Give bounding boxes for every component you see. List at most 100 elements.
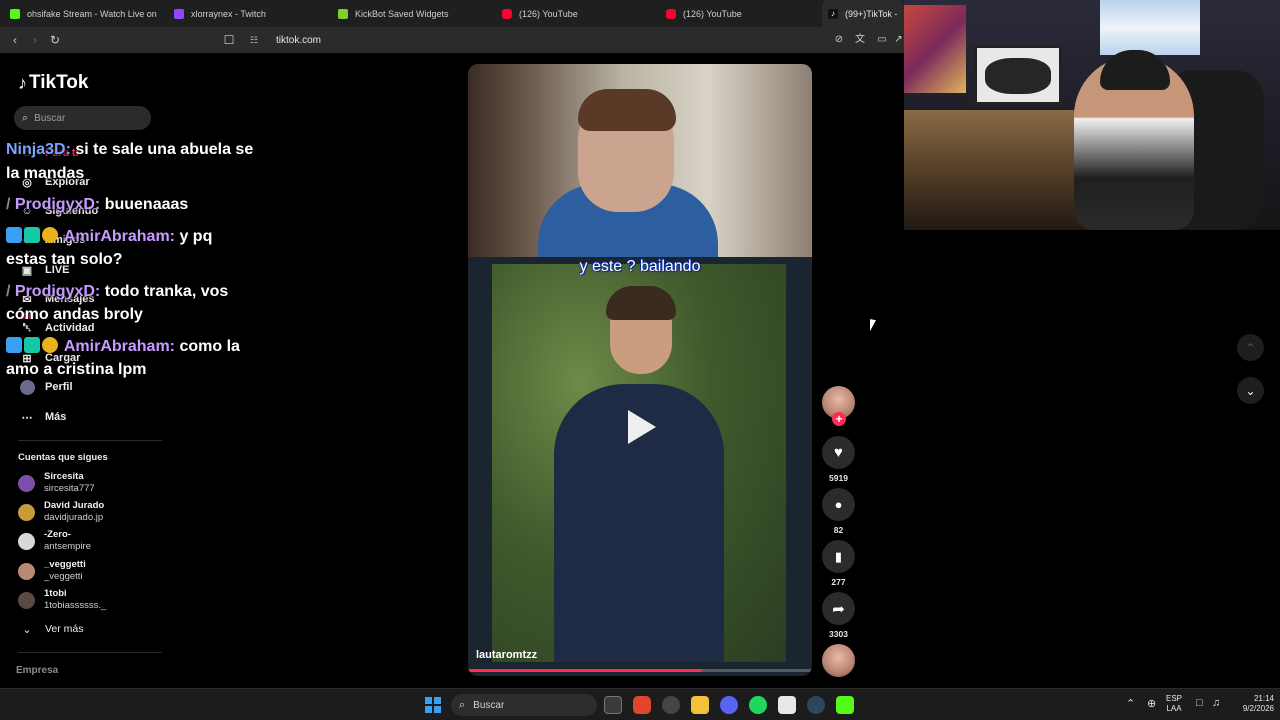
account-handle: 1tobiassssss._ bbox=[44, 600, 107, 611]
followed-account[interactable]: -Zero-antsempire bbox=[18, 529, 91, 553]
next-video-button[interactable]: ⌄ bbox=[1237, 377, 1264, 404]
tiktok-logo[interactable]: ♪ TikTok bbox=[18, 72, 88, 94]
input-language-indicator[interactable]: ESP LAA bbox=[1166, 694, 1182, 714]
site-info-icon[interactable]: ☷ bbox=[250, 35, 264, 46]
sidebar-item-mas[interactable]: ⋯ Más bbox=[18, 409, 67, 425]
og-badge-icon bbox=[24, 336, 40, 353]
forward-arrow-icon[interactable]: › bbox=[26, 31, 44, 49]
system-clock[interactable]: 21:14 9/2/2026 bbox=[1228, 694, 1274, 714]
windows-taskbar: ⌕ Buscar ⌃ ⊕ ESP LAA □ ♫ 21:14 9/2/2026 bbox=[0, 688, 1280, 720]
video-author[interactable]: lautaromtzz bbox=[476, 649, 537, 661]
share-button[interactable]: ➦ bbox=[822, 592, 855, 625]
layout-code: LAA bbox=[1166, 704, 1182, 713]
more-dots-icon: ⋯ bbox=[21, 411, 33, 424]
clock-date: 9/2/2026 bbox=[1242, 704, 1274, 713]
divider bbox=[18, 440, 162, 441]
chevron-up-icon: ⌃ bbox=[1245, 340, 1256, 355]
save-button[interactable]: ▮ bbox=[822, 540, 855, 573]
comment-count: 82 bbox=[833, 525, 844, 535]
tracking-off-icon[interactable]: ⊘ bbox=[830, 31, 848, 49]
sub-badge-icon bbox=[42, 226, 58, 243]
chevron-down-icon: ⌄ bbox=[22, 623, 32, 636]
tab-title: (126) YouTube bbox=[683, 8, 742, 19]
kick-icon[interactable] bbox=[836, 696, 854, 714]
sub-badge-icon bbox=[42, 336, 58, 353]
obs-icon[interactable] bbox=[778, 696, 796, 714]
like-button[interactable]: ♥ bbox=[822, 436, 855, 469]
browser-tab[interactable]: KickBot Saved Widgets bbox=[338, 0, 488, 27]
file-explorer-icon[interactable] bbox=[691, 696, 709, 714]
followed-account[interactable]: Sircesita sircesita777 bbox=[18, 471, 95, 495]
back-arrow-icon[interactable]: ‹ bbox=[6, 31, 24, 49]
save-count: 277 bbox=[831, 577, 846, 587]
kick-favicon-icon bbox=[10, 8, 20, 19]
steelseries-icon[interactable] bbox=[662, 696, 680, 714]
chat-username: Ninja3D: bbox=[6, 141, 71, 158]
account-handle: antsempire bbox=[44, 541, 91, 552]
play-icon[interactable] bbox=[628, 410, 656, 444]
browser-tab[interactable]: (126) YouTube bbox=[502, 0, 652, 27]
comment-icon: ● bbox=[834, 497, 843, 512]
see-more-button[interactable]: ⌄ Ver más bbox=[18, 621, 84, 637]
comment-button[interactable]: ● bbox=[822, 488, 855, 521]
windows-start-icon[interactable] bbox=[425, 697, 441, 713]
video-progress-bar[interactable] bbox=[468, 669, 812, 672]
spotify-icon[interactable] bbox=[749, 696, 767, 714]
chat-message: / ProdigyxD: buuenaaas bbox=[6, 193, 256, 217]
chat-text: buuenaaas bbox=[104, 196, 189, 213]
taskbar-search[interactable]: ⌕ Buscar bbox=[451, 694, 597, 716]
search-icon: ⌕ bbox=[22, 111, 29, 124]
video-facecam-section bbox=[468, 64, 812, 257]
volume-icon[interactable]: ♫ bbox=[1212, 697, 1220, 709]
webcam-flag bbox=[1100, 0, 1200, 55]
bookmark-icon: ▮ bbox=[834, 548, 843, 564]
search-icon: ⌕ bbox=[459, 698, 466, 711]
sword-badge-icon bbox=[6, 336, 22, 353]
tray-chevron-up-icon[interactable]: ⌃ bbox=[1126, 697, 1135, 710]
video-progress-fill bbox=[468, 669, 702, 672]
chat-username: ProdigyxD: bbox=[14, 282, 101, 300]
avatar bbox=[18, 562, 35, 580]
network-icon[interactable]: □ bbox=[1196, 697, 1203, 709]
webcam-wall-frame bbox=[974, 45, 1062, 105]
browser-tab-active[interactable]: ♪ (99+)TikTok - bbox=[822, 0, 904, 27]
webcam-person-hair bbox=[1100, 50, 1170, 90]
brave-browser-icon[interactable] bbox=[633, 696, 651, 714]
share-icon[interactable]: ↗ bbox=[893, 31, 904, 49]
tab-title: ohsifake Stream - Watch Live on bbox=[27, 8, 157, 19]
url-text: tiktok.com bbox=[276, 34, 322, 46]
followed-account[interactable]: 1tobi 1tobiassssss._ bbox=[18, 588, 106, 612]
reader-mode-icon[interactable]: ▭ bbox=[873, 31, 891, 49]
see-more-label: Ver más bbox=[45, 623, 84, 635]
browser-tab[interactable]: (126) YouTube bbox=[666, 0, 816, 27]
follow-plus-icon[interactable]: + bbox=[832, 412, 846, 426]
browser-tab[interactable]: ohsifake Stream - Watch Live on bbox=[10, 0, 160, 27]
translate-icon[interactable]: 文 bbox=[851, 31, 869, 49]
followed-account[interactable]: _veggetti _veggetti bbox=[18, 559, 86, 583]
account-name: Sircesita bbox=[44, 471, 84, 482]
account-handle: sircesita777 bbox=[44, 483, 95, 494]
video-person-hair bbox=[578, 89, 676, 131]
streamer-webcam-overlay bbox=[904, 0, 1280, 230]
account-name: 1tobi bbox=[44, 588, 67, 599]
search-input[interactable]: ⌕ Buscar bbox=[14, 106, 151, 130]
search-placeholder: Buscar bbox=[34, 112, 66, 124]
address-bar[interactable]: ☷ tiktok.com bbox=[244, 30, 864, 50]
microphone-icon[interactable]: ⊕ bbox=[1147, 697, 1156, 710]
video-player[interactable]: y este ? bailando lautaromtzz bbox=[468, 64, 812, 676]
discord-icon[interactable] bbox=[720, 696, 738, 714]
reload-icon[interactable]: ↻ bbox=[46, 31, 64, 49]
webcam-poster bbox=[904, 5, 966, 93]
account-handle: _veggetti bbox=[44, 571, 83, 582]
bookmark-icon[interactable]: ☐ bbox=[220, 31, 238, 49]
followed-account[interactable]: David Jurado davidjurado.jp bbox=[18, 500, 104, 524]
browser-tab[interactable]: xlorraynex - Twitch bbox=[174, 0, 324, 27]
account-name: David Jurado bbox=[44, 500, 105, 511]
clock-time: 21:14 bbox=[1253, 694, 1274, 703]
task-view-icon[interactable] bbox=[604, 696, 622, 714]
youtube-favicon-icon bbox=[666, 8, 676, 19]
footer-link-empresa[interactable]: Empresa bbox=[16, 665, 58, 676]
previous-video-button[interactable]: ⌃ bbox=[1237, 334, 1264, 361]
steam-icon[interactable] bbox=[807, 696, 825, 714]
music-disc-avatar[interactable] bbox=[822, 644, 855, 677]
